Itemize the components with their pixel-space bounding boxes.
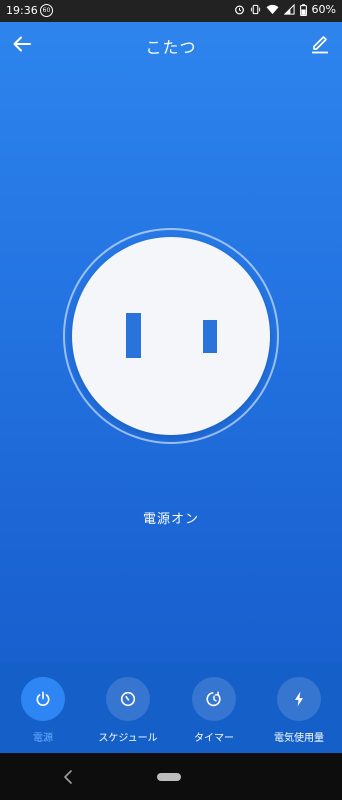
- pencil-icon[interactable]: [308, 32, 332, 56]
- outlet-slot-left: [126, 313, 141, 358]
- tab-energy-circle[interactable]: [277, 677, 321, 721]
- vibrate-icon: [250, 4, 260, 15]
- notification-badge-icon: 60: [40, 4, 53, 17]
- tab-energy[interactable]: 電気使用量: [257, 677, 341, 744]
- tab-power[interactable]: 電源: [1, 677, 85, 744]
- status-time: 19:36: [6, 4, 38, 17]
- tab-schedule-circle[interactable]: [106, 677, 150, 721]
- outlet-slot-right: [203, 320, 217, 353]
- tab-schedule-label: スケジュール: [98, 733, 158, 744]
- signal-icon: [283, 4, 295, 15]
- timer-icon: [206, 691, 221, 707]
- tab-schedule[interactable]: スケジュール: [86, 677, 170, 744]
- tab-timer-label: タイマー: [194, 733, 234, 744]
- tab-power-circle[interactable]: [21, 677, 65, 721]
- tab-power-label: 電源: [33, 733, 53, 744]
- page-title: こたつ: [145, 38, 197, 57]
- battery-percent: 60%: [311, 3, 336, 16]
- clock-icon: [120, 691, 136, 707]
- power-status-text: 電源オン: [142, 512, 199, 527]
- bottom-tab-bar: 電源 スケジュール タイマー 電気使用量: [0, 663, 342, 753]
- tab-energy-label: 電気使用量: [274, 733, 324, 744]
- outlet-power-toggle[interactable]: [72, 237, 270, 435]
- status-icons: 60%: [234, 3, 336, 16]
- tab-timer[interactable]: タイマー: [172, 677, 256, 744]
- nav-home-pill[interactable]: [157, 773, 181, 781]
- power-icon: [36, 691, 50, 706]
- nav-back-icon[interactable]: [62, 769, 74, 785]
- device-screen: 19:36 60 60% こたつ 電源オン 電源 スケジュール タイマー 電気使…: [0, 0, 342, 800]
- wifi-icon: [266, 4, 279, 15]
- battery-icon: [299, 3, 307, 16]
- system-nav-bar: [0, 753, 342, 800]
- tab-timer-circle[interactable]: [192, 677, 236, 721]
- top-bar: こたつ: [0, 22, 342, 66]
- status-bar: 19:36 60 60%: [0, 0, 342, 22]
- bolt-icon: [294, 691, 304, 707]
- alarm-icon: [234, 5, 244, 15]
